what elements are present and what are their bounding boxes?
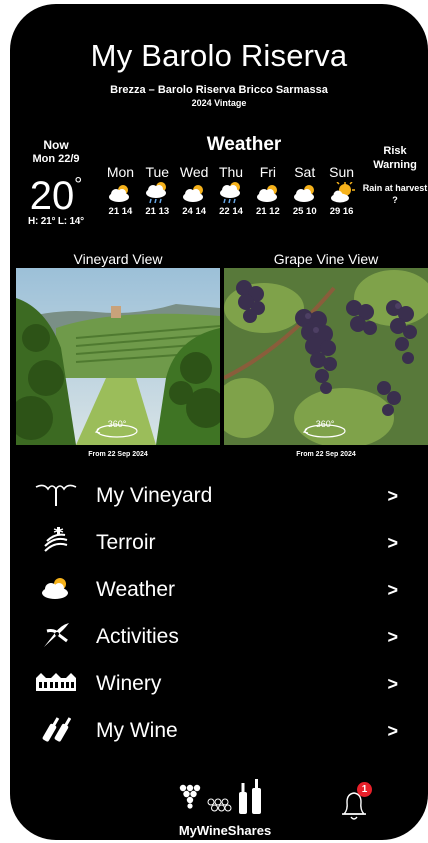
day-name: Sun: [329, 164, 355, 180]
cloud-rain-icon: [213, 180, 250, 206]
brand-logo[interactable]: MyWineShares: [170, 778, 280, 838]
risk-text: Rain at harvest ?: [362, 183, 428, 205]
day-temps: 21 12: [255, 206, 280, 217]
wine-subtitle: Brezza – Barolo Riserva Bricco Sarmassa: [110, 84, 328, 96]
forecast-day: Thu 22 14: [213, 164, 250, 217]
cloud-icon: [249, 180, 286, 206]
cloud-icon: [176, 180, 213, 206]
current-weather: Now Mon 22/9 20° H: 21° L: 14°: [10, 138, 102, 227]
day-name: Tue: [145, 164, 170, 180]
menu-label: My Vineyard: [96, 484, 213, 507]
notifications-button[interactable]: 1: [330, 780, 378, 828]
brand-name: MyWineShares: [178, 823, 272, 838]
day-name: Wed: [179, 164, 209, 180]
forecast-day: Wed 24 14: [176, 164, 213, 217]
360-rotate-icon: 360°: [302, 419, 346, 438]
chevron-right-icon: >: [387, 721, 398, 741]
forecast-day: Sat 25 10: [286, 164, 323, 217]
cloud-icon: [34, 574, 78, 602]
now-label: Now: [43, 138, 69, 152]
cloud-icon: [286, 180, 323, 206]
menu-label: Terroir: [96, 531, 156, 554]
day-name: Thu: [218, 164, 244, 180]
forecast-day: Tue 21 13: [139, 164, 176, 217]
grape-view-caption: From 22 Sep 2024: [296, 451, 356, 458]
svg-text:360°: 360°: [108, 419, 127, 429]
forecast-day: Sun 29 16: [323, 164, 360, 217]
vineyard-view-caption: From 22 Sep 2024: [88, 451, 148, 458]
day-name: Mon: [106, 164, 135, 180]
day-temps: 29 16: [329, 206, 354, 217]
cloud-sun-icon: [102, 180, 139, 206]
day-temps: 25 10: [292, 206, 317, 217]
winery-building-icon: [34, 668, 78, 696]
forecast-day: Fri 21 12: [249, 164, 286, 217]
weekly-forecast[interactable]: Mon 21 14 Tue 21 13 Wed 24 14 Thu 22 14 …: [102, 164, 360, 217]
360-rotate-icon: 360°: [94, 419, 138, 438]
menu-label: My Wine: [96, 719, 178, 742]
main-menu: My Vineyard > Terroir > Weather > Activi…: [10, 472, 428, 754]
vine-icon: [34, 480, 78, 508]
page-title: My Barolo Riserva: [90, 38, 348, 73]
menu-item-my-wine[interactable]: My Wine >: [10, 707, 428, 754]
grape-view-label: Grape Vine View: [273, 251, 379, 267]
svg-text:360°: 360°: [316, 419, 335, 429]
menu-label: Weather: [96, 578, 175, 601]
menu-item-my-vineyard[interactable]: My Vineyard >: [10, 472, 428, 519]
now-temperature: 20°: [10, 165, 102, 216]
chevron-right-icon: >: [387, 533, 398, 553]
risk-title: Risk Warning: [373, 145, 417, 171]
chevron-right-icon: >: [387, 674, 398, 694]
app-screen: My Barolo Riserva Brezza – Barolo Riserv…: [10, 4, 428, 840]
pruning-shears-icon: [34, 621, 78, 649]
day-temps: 24 14: [182, 206, 207, 217]
menu-label: Activities: [96, 625, 179, 648]
menu-item-winery[interactable]: Winery >: [10, 660, 428, 707]
vineyard-360-view[interactable]: 360°: [16, 268, 220, 445]
wine-bottles-icon: [34, 715, 78, 743]
day-temps: 21 13: [145, 206, 170, 217]
grape-vine-360-view[interactable]: 360°: [224, 268, 428, 445]
now-date: Mon 22/9: [32, 153, 80, 165]
sun-cloud-icon: [323, 180, 360, 206]
terroir-icon: [34, 527, 78, 555]
menu-label: Winery: [96, 672, 162, 695]
chevron-right-icon: >: [387, 486, 398, 506]
menu-item-activities[interactable]: Activities >: [10, 613, 428, 660]
day-name: Fri: [259, 164, 277, 180]
notification-count-badge: 1: [357, 782, 372, 797]
day-temps: 21 14: [108, 206, 133, 217]
menu-item-weather[interactable]: Weather >: [10, 566, 428, 613]
now-high-low: H: 21° L: 14°: [28, 216, 84, 227]
now-temp-value: 20: [29, 174, 75, 218]
vintage-label: 2024 Vintage: [191, 98, 247, 108]
grapes-bottles-logo-icon: [179, 779, 261, 814]
menu-item-terroir[interactable]: Terroir >: [10, 519, 428, 566]
forecast-day: Mon 21 14: [102, 164, 139, 217]
day-temps: 22 14: [219, 206, 243, 217]
chevron-right-icon: >: [387, 627, 398, 647]
now-temp-unit: °: [74, 174, 83, 196]
cloud-rain-icon: [139, 180, 176, 206]
day-name: Sat: [294, 164, 316, 180]
chevron-right-icon: >: [387, 580, 398, 600]
vineyard-view-label: Vineyard View: [73, 251, 163, 267]
weather-title[interactable]: Weather: [178, 134, 310, 156]
risk-warning[interactable]: Risk Warning Rain at harvest ?: [362, 144, 428, 206]
